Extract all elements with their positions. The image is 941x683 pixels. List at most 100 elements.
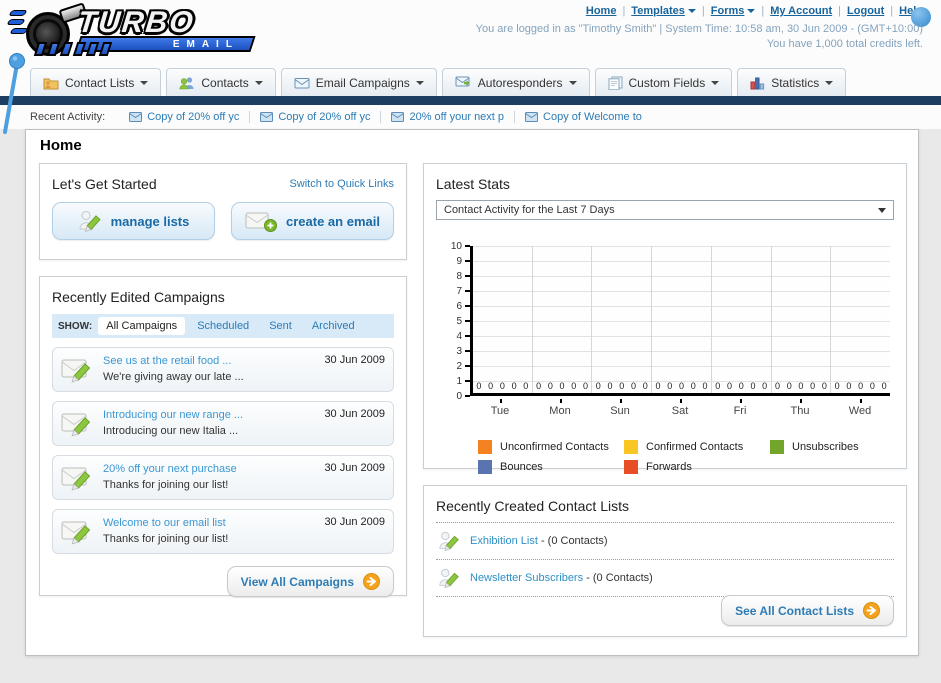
y-tick-label: 5	[456, 316, 462, 327]
user-pencil-icon	[78, 209, 102, 233]
nav-tab-contact-lists[interactable]: Contact Lists	[30, 68, 162, 96]
page-title: Home	[40, 137, 82, 154]
contact-activity-chart: 0 1 2 3 4 5 6 7 8 9 10 000000000000000000000000000…	[444, 241, 894, 432]
nav-tab-email-campaigns[interactable]: Email Campaigns	[280, 68, 437, 96]
campaign-date: 30 Jun 2009	[324, 516, 385, 528]
contact-list-link[interactable]: Exhibition List	[470, 535, 538, 547]
recent-activity-item[interactable]: 20% off your next p	[381, 111, 516, 123]
get-started-panel: Let's Get Started Switch to Quick Links …	[39, 163, 407, 260]
contact-list-row[interactable]: Newsletter Subscribers - (0 Contacts)	[436, 560, 894, 597]
filter-sent[interactable]: Sent	[261, 317, 300, 335]
bar-value-label: 0	[655, 381, 661, 391]
recent-activity-item[interactable]: Copy of 20% off yc	[250, 111, 382, 123]
filter-scheduled[interactable]: Scheduled	[189, 317, 257, 335]
top-link-templates[interactable]: Templates	[631, 5, 685, 17]
top-link-home[interactable]: Home	[586, 5, 617, 17]
campaign-title-link[interactable]: Introducing our new range ...	[103, 408, 316, 423]
nav-tab-statistics[interactable]: Statistics	[737, 68, 847, 96]
bar-value-label: 0	[690, 381, 696, 391]
envelope-arrow-icon	[455, 76, 472, 89]
recent-campaigns-title: Recently Edited Campaigns	[52, 289, 225, 305]
filter-archived[interactable]: Archived	[304, 317, 363, 335]
chart-day-group: 00000	[533, 246, 593, 393]
y-tick-label: 4	[456, 331, 462, 342]
chevron-down-icon	[568, 80, 577, 85]
pin-decoration	[3, 53, 25, 134]
bar-value-label: 0	[702, 381, 708, 391]
nav-tab-contacts[interactable]: Contacts	[166, 68, 276, 96]
envelope-pencil-icon	[61, 518, 95, 545]
legend-swatch	[770, 440, 784, 454]
y-tick-label: 6	[456, 301, 462, 312]
users-icon	[179, 76, 195, 90]
campaign-title-link[interactable]: 20% off your next purchase	[103, 462, 316, 477]
credits-line: You have 1,000 total credits left.	[766, 38, 923, 50]
y-tick-label: 8	[456, 271, 462, 282]
recent-activity-label: Recent Activity:	[30, 111, 106, 123]
legend-label: Bounces	[500, 461, 543, 473]
nav-tab-custom-fields[interactable]: Custom Fields	[594, 68, 733, 96]
user-pencil-icon	[438, 529, 460, 553]
envelope-icon	[129, 112, 143, 122]
x-tick-label: Sat	[650, 399, 710, 417]
campaign-subtitle: We're giving away our late ...	[103, 371, 244, 383]
y-tick-label: 9	[456, 256, 462, 267]
chart-day-group: 00000	[772, 246, 832, 393]
main-content: Home Let's Get Started Switch to Quick L…	[25, 129, 919, 656]
top-nav-links: Home | Templates | Forms | My Account | Logout | H…	[586, 5, 931, 27]
bar-value-label: 0	[595, 381, 601, 391]
recent-activity-item[interactable]: Copy of Welcome to	[515, 111, 652, 123]
logo-word-turbo: TURBO	[76, 6, 197, 39]
bar-value-label: 0	[536, 381, 542, 391]
app-logo[interactable]: TURBO EMAIL	[6, 2, 258, 60]
campaign-row[interactable]: Introducing our new range ... Introducin…	[52, 401, 394, 446]
top-link-my-account[interactable]: My Account	[770, 5, 832, 17]
contact-list-count: - (0 Contacts)	[586, 572, 653, 584]
legend-item: Bounces	[478, 460, 624, 474]
contact-list-row[interactable]: Exhibition List - (0 Contacts)	[436, 523, 894, 560]
legend-label: Confirmed Contacts	[646, 441, 744, 453]
contact-list-link[interactable]: Newsletter Subscribers	[470, 572, 583, 584]
campaign-subtitle: Thanks for joining our list!	[103, 479, 229, 491]
bar-value-label: 0	[858, 381, 864, 391]
nav-tab-autoresponders[interactable]: Autoresponders	[441, 68, 590, 96]
top-link-forms[interactable]: Forms	[711, 5, 745, 17]
bar-value-label: 0	[607, 381, 613, 391]
view-all-campaigns-button[interactable]: View All Campaigns	[226, 566, 394, 597]
envelope-icon	[294, 77, 310, 89]
logo-word-email: EMAIL	[172, 38, 239, 50]
login-status-line: You are logged in as "Timothy Smith" | S…	[475, 23, 923, 35]
campaign-title-link[interactable]: Welcome to our email list	[103, 516, 316, 531]
bar-value-label: 0	[488, 381, 494, 391]
bar-value-label: 0	[774, 381, 780, 391]
x-tick-label: Thu	[770, 399, 830, 417]
filter-all-campaigns[interactable]: All Campaigns	[98, 317, 186, 335]
switch-quick-links[interactable]: Switch to Quick Links	[289, 178, 394, 190]
folder-user-icon	[43, 76, 59, 90]
campaign-row[interactable]: See us at the retail food ... We're givi…	[52, 347, 394, 392]
campaign-title-link[interactable]: See us at the retail food ...	[103, 354, 316, 369]
chart-x-axis: Tue Mon Sun Sat Fri Thu Wed	[470, 399, 890, 417]
chart-day-group: 00000	[712, 246, 772, 393]
y-tick-label: 10	[450, 241, 462, 252]
campaign-row[interactable]: 20% off your next purchase Thanks for jo…	[52, 455, 394, 500]
user-pencil-icon	[438, 566, 460, 590]
legend-item: Unsubscribes	[770, 440, 916, 454]
campaign-row[interactable]: Welcome to our email list Thanks for joi…	[52, 509, 394, 554]
chevron-down-icon	[825, 80, 834, 85]
create-email-button[interactable]: create an email	[231, 202, 394, 240]
manage-lists-button[interactable]: manage lists	[52, 202, 215, 240]
chevron-down-icon	[878, 207, 886, 213]
see-all-contact-lists-button[interactable]: See All Contact Lists	[721, 595, 894, 626]
stats-dropdown[interactable]: Contact Activity for the Last 7 Days	[436, 200, 894, 220]
chevron-down-icon	[140, 80, 149, 85]
recent-activity-item[interactable]: Copy of 20% off yc	[119, 111, 251, 123]
arrow-circle-icon	[863, 602, 880, 619]
pages-icon	[608, 76, 623, 90]
bar-value-label: 0	[583, 381, 589, 391]
bar-value-label: 0	[821, 381, 827, 391]
recent-activity-bar: Recent Activity: Copy of 20% off yc Copy…	[30, 105, 652, 129]
top-link-logout[interactable]: Logout	[847, 5, 884, 17]
chart-day-group: 00000	[831, 246, 890, 393]
bar-value-label: 0	[547, 381, 553, 391]
